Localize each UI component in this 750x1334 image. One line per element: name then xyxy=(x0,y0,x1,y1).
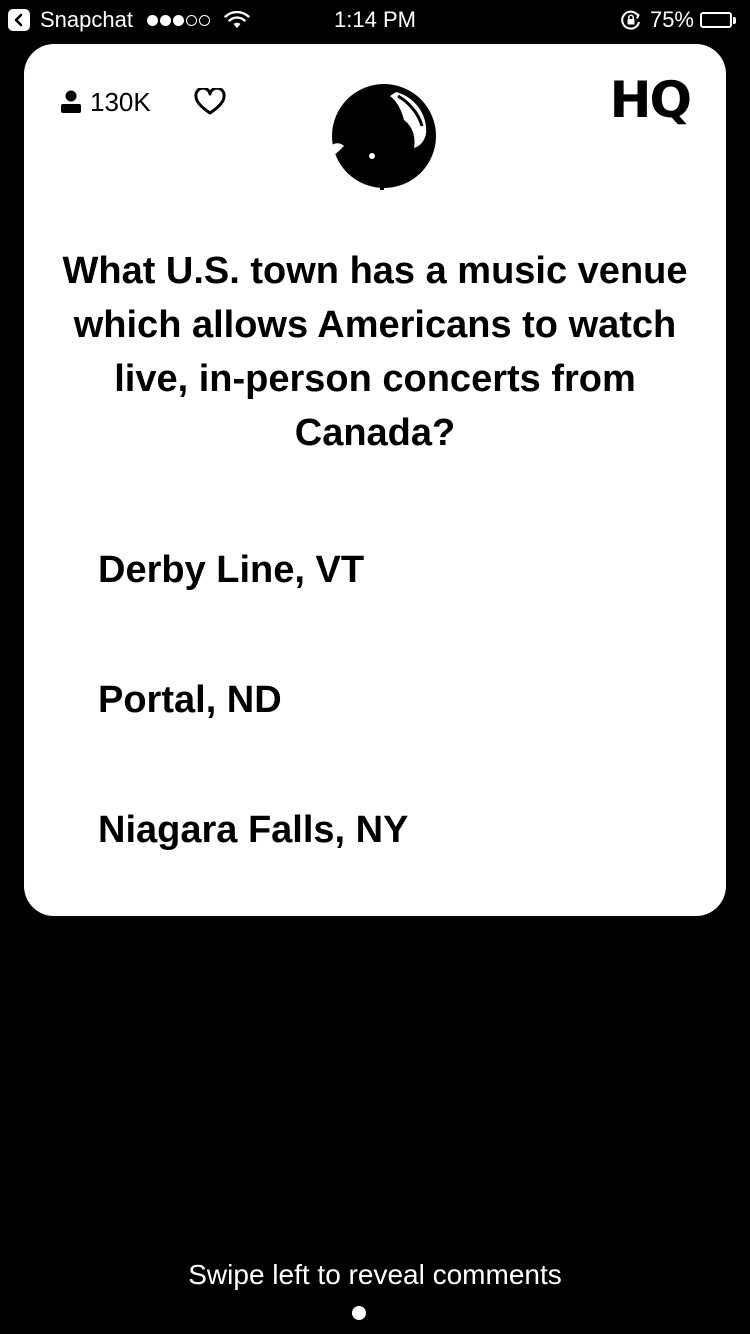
viewer-count: 130K xyxy=(60,88,151,116)
rotation-lock-icon xyxy=(621,10,640,30)
answer-option-3[interactable]: Niagara Falls, NY xyxy=(98,800,686,930)
battery-icon xyxy=(700,11,738,29)
viewer-count-value: 130K xyxy=(90,87,151,117)
question-card: 130K HQ What U.S. town has a music venue… xyxy=(24,44,726,916)
heart-icon[interactable] xyxy=(194,88,226,116)
person-icon xyxy=(61,90,81,113)
question-text: What U.S. town has a music venue which a… xyxy=(62,250,688,454)
answer-option-1[interactable]: Derby Line, VT xyxy=(98,540,686,670)
hq-logo: HQ xyxy=(609,71,692,129)
answer-list: Derby Line, VT Portal, ND Niagara Falls,… xyxy=(98,540,686,930)
page-indicator-dot xyxy=(352,1306,366,1320)
battery-percent: 75% xyxy=(649,7,694,32)
status-right: 75% xyxy=(620,8,738,32)
host-avatar xyxy=(328,84,436,190)
swipe-hint: Swipe left to reveal comments xyxy=(188,1259,562,1290)
status-bar: Snapchat 1:14 PM 75% xyxy=(0,0,750,40)
answer-option-2[interactable]: Portal, ND xyxy=(98,670,686,800)
